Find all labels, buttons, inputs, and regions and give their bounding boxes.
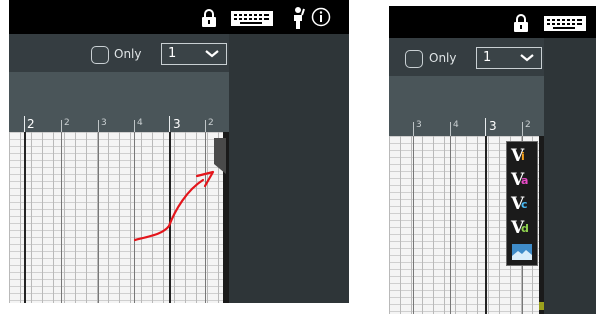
- velocity-d-button[interactable]: V d: [511, 218, 533, 238]
- lock-icon[interactable]: [201, 8, 217, 28]
- ruler-label: 2: [208, 118, 214, 128]
- ruler-label: 3: [489, 119, 497, 133]
- ruler-label: 2: [525, 120, 531, 130]
- top-toolbar: [389, 6, 596, 38]
- top-toolbar: [9, 0, 349, 34]
- landscape-icon[interactable]: [512, 244, 532, 260]
- right-screenshot-panel: Only 1 3 4 3 2 V i V a V c V d: [389, 6, 596, 314]
- red-arrow-annotation: [133, 170, 215, 242]
- ruler-label: 4: [137, 118, 143, 128]
- ruler-label: 3: [173, 117, 181, 131]
- hand-raised-icon[interactable]: [291, 6, 305, 30]
- chevron-down-icon: [520, 54, 534, 62]
- only-label: Only: [429, 51, 457, 65]
- ruler-label: 3: [101, 118, 107, 128]
- ruler-label: 2: [27, 117, 35, 131]
- lock-icon[interactable]: [513, 13, 529, 33]
- only-checkbox[interactable]: [405, 50, 423, 68]
- left-screenshot-panel: Only 1 2 2 3 4 3 2: [9, 0, 349, 303]
- timeline-ruler[interactable]: 3 4 3 2: [389, 76, 544, 136]
- filter-toolbar: Only 1: [389, 38, 544, 76]
- chevron-down-icon: [205, 50, 219, 58]
- only-label: Only: [114, 47, 142, 61]
- velocity-c-button[interactable]: V c: [511, 194, 533, 214]
- info-icon[interactable]: [311, 7, 331, 27]
- bar-count-select[interactable]: 1: [476, 47, 542, 69]
- velocity-tool-menu: V i V a V c V d: [506, 141, 538, 266]
- ruler-label: 3: [416, 120, 422, 130]
- timeline-ruler[interactable]: 2 2 3 4 3 2: [9, 72, 229, 132]
- region-end-marker: [539, 302, 544, 310]
- velocity-a-button[interactable]: V a: [511, 170, 533, 190]
- side-column: [544, 38, 596, 314]
- velocity-i-button[interactable]: V i: [511, 146, 533, 166]
- ruler-label: 2: [64, 118, 70, 128]
- keyboard-icon[interactable]: [544, 16, 586, 31]
- select-value: 1: [168, 46, 177, 61]
- select-value: 1: [483, 50, 492, 65]
- side-column: [229, 34, 349, 303]
- bar-count-select[interactable]: 1: [161, 43, 227, 65]
- keyboard-icon[interactable]: [231, 11, 273, 26]
- ruler-label: 4: [453, 120, 459, 130]
- filter-toolbar: Only 1: [9, 34, 229, 72]
- only-checkbox[interactable]: [91, 46, 109, 64]
